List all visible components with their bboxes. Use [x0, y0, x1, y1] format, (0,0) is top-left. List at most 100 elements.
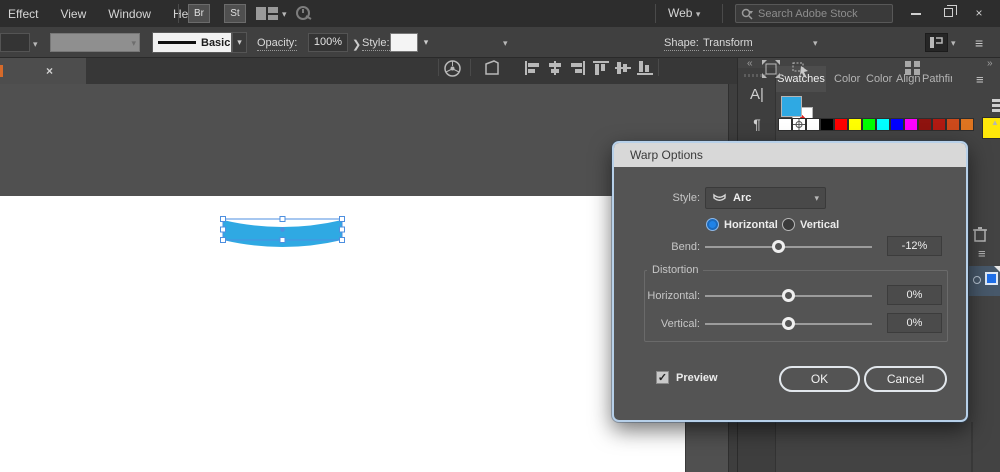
menu-bar: EffectViewWindowHelp Br St ▾ Web ▾ Searc…	[0, 0, 1000, 27]
chevron-down-icon[interactable]: ▾	[232, 32, 247, 53]
tab-color-guide[interactable]: Color Guide	[866, 66, 894, 92]
selection-handle[interactable]	[340, 227, 345, 232]
scroll-up-icon[interactable]: ▲	[991, 118, 999, 127]
selection-handle[interactable]	[221, 227, 226, 232]
character-panel-icon[interactable]: A|	[738, 86, 776, 103]
distortion-horizontal-input[interactable]: 0%	[887, 285, 942, 305]
adobe-stock-search-input[interactable]: Search Adobe Stock	[735, 4, 893, 23]
brush-definition-select[interactable]: Basic	[152, 32, 232, 53]
close-button[interactable]: ×	[966, 3, 992, 23]
cancel-button[interactable]: Cancel	[864, 366, 947, 392]
swatch-orange[interactable]	[960, 118, 974, 131]
paragraph-panel-icon[interactable]: ¶	[738, 116, 776, 132]
delete-swatch-icon[interactable]	[973, 226, 987, 245]
list-view-icon[interactable]	[992, 98, 1000, 113]
opacity-label[interactable]: Opacity:	[257, 37, 297, 51]
preview-checkbox[interactable]: ✓	[656, 371, 669, 384]
touch-workspace-icon[interactable]	[905, 61, 920, 78]
fill-proxy[interactable]	[781, 96, 802, 117]
preview-label[interactable]: Preview	[676, 372, 718, 384]
selection-handle[interactable]	[340, 217, 345, 222]
target-icon[interactable]	[973, 276, 981, 284]
chevron-down-icon[interactable]: ▾	[503, 38, 508, 49]
layer-thumbnail[interactable]	[985, 272, 998, 285]
shape-label[interactable]: Shape:	[664, 37, 699, 51]
swatch-green[interactable]	[862, 118, 876, 131]
align-right-icon[interactable]	[569, 61, 585, 78]
menu-item-effect[interactable]: Effect	[8, 7, 38, 21]
distortion-vertical-knob[interactable]	[782, 317, 795, 330]
graphic-style-swatch[interactable]	[390, 33, 418, 52]
bridge-button[interactable]: Br	[188, 4, 210, 23]
chevron-down-icon[interactable]: ▾	[33, 39, 38, 50]
warp-style-select[interactable]: Arc ▾	[705, 187, 826, 209]
document-setup-icon[interactable]	[483, 60, 501, 80]
bend-slider-knob[interactable]	[772, 240, 785, 253]
swatch-yellow[interactable]	[848, 118, 862, 131]
align-bottom-icon[interactable]	[637, 61, 653, 78]
swatch-orange-red[interactable]	[946, 118, 960, 131]
control-bar-menu-icon[interactable]: ≡	[975, 35, 983, 51]
selection-handle[interactable]	[280, 217, 285, 222]
stock-button[interactable]: St	[224, 4, 246, 23]
gpu-performance-icon[interactable]	[296, 6, 314, 24]
layers-panel-row[interactable]	[969, 266, 1000, 296]
tab-color[interactable]: Color	[834, 66, 866, 92]
close-tab-icon[interactable]: ×	[46, 64, 53, 78]
recolor-artwork-icon[interactable]	[444, 60, 461, 80]
chevron-down-icon[interactable]: ▾	[951, 38, 956, 49]
swatch-dark-red[interactable]	[918, 118, 932, 131]
style-label[interactable]: Style:	[362, 37, 390, 51]
vertical-radio-label[interactable]: Vertical	[800, 219, 839, 231]
swatch-crimson[interactable]	[932, 118, 946, 131]
chevron-down-icon[interactable]: ▾	[813, 38, 818, 49]
menubar-items: EffectViewWindowHelp	[8, 0, 198, 27]
horizontal-radio[interactable]	[706, 218, 719, 231]
arrange-documents-icon[interactable]	[256, 7, 278, 23]
free-transform-icon[interactable]	[762, 60, 780, 81]
distortion-horizontal-knob[interactable]	[782, 289, 795, 302]
select-similar-icon[interactable]	[792, 60, 810, 80]
selection-handle[interactable]	[340, 238, 345, 243]
menu-item-view[interactable]: View	[60, 7, 86, 21]
opacity-stepper[interactable]: ❯	[352, 38, 361, 51]
panel-menu-icon[interactable]: ≡	[978, 246, 986, 261]
opacity-value-input[interactable]: 100%	[308, 33, 348, 52]
bend-slider-track[interactable]	[705, 246, 872, 248]
minimize-button[interactable]	[903, 3, 929, 23]
align-top-icon[interactable]	[593, 61, 609, 78]
horizontal-radio-label[interactable]: Horizontal	[724, 219, 778, 231]
distortion-vertical-input[interactable]: 0%	[887, 313, 942, 333]
swatch-blue[interactable]	[890, 118, 904, 131]
selection-handle[interactable]	[280, 238, 285, 243]
restore-button[interactable]	[935, 3, 961, 23]
swatch-black[interactable]	[820, 118, 834, 131]
chevron-down-icon[interactable]: ▾	[419, 33, 433, 52]
align-middle-icon[interactable]	[615, 61, 631, 78]
bend-value-input[interactable]: -12%	[887, 236, 942, 256]
align-left-icon[interactable]	[525, 61, 541, 78]
menu-item-window[interactable]: Window	[108, 7, 151, 21]
swatch-red[interactable]	[834, 118, 848, 131]
tab-pathfinder[interactable]: Pathfinder	[922, 66, 952, 92]
dialog-title[interactable]: Warp Options	[614, 143, 966, 167]
swatch-registration[interactable]	[792, 118, 806, 131]
workspace-switcher[interactable]: Web ▾	[668, 6, 700, 20]
document-tab[interactable]: ×	[0, 58, 86, 84]
swatch-none[interactable]	[778, 118, 792, 131]
selected-warped-shape[interactable]	[200, 200, 370, 262]
transform-label[interactable]: Transform	[703, 37, 753, 51]
vertical-radio[interactable]	[782, 218, 795, 231]
selection-handle[interactable]	[221, 238, 226, 243]
ok-button[interactable]: OK	[779, 366, 860, 392]
chevron-down-icon[interactable]: ▾	[282, 9, 287, 20]
swatch-magenta[interactable]	[904, 118, 918, 131]
swatch-cyan[interactable]	[876, 118, 890, 131]
panel-tab-menu-icon[interactable]: ≡	[976, 72, 984, 87]
panel-dock-toggle[interactable]	[925, 33, 948, 52]
swatch-white[interactable]	[806, 118, 820, 131]
align-center-icon[interactable]	[547, 61, 563, 78]
selection-handle[interactable]	[221, 217, 226, 222]
stroke-color-well[interactable]	[0, 33, 30, 52]
variable-width-profile-select[interactable]: ▾	[50, 33, 140, 52]
